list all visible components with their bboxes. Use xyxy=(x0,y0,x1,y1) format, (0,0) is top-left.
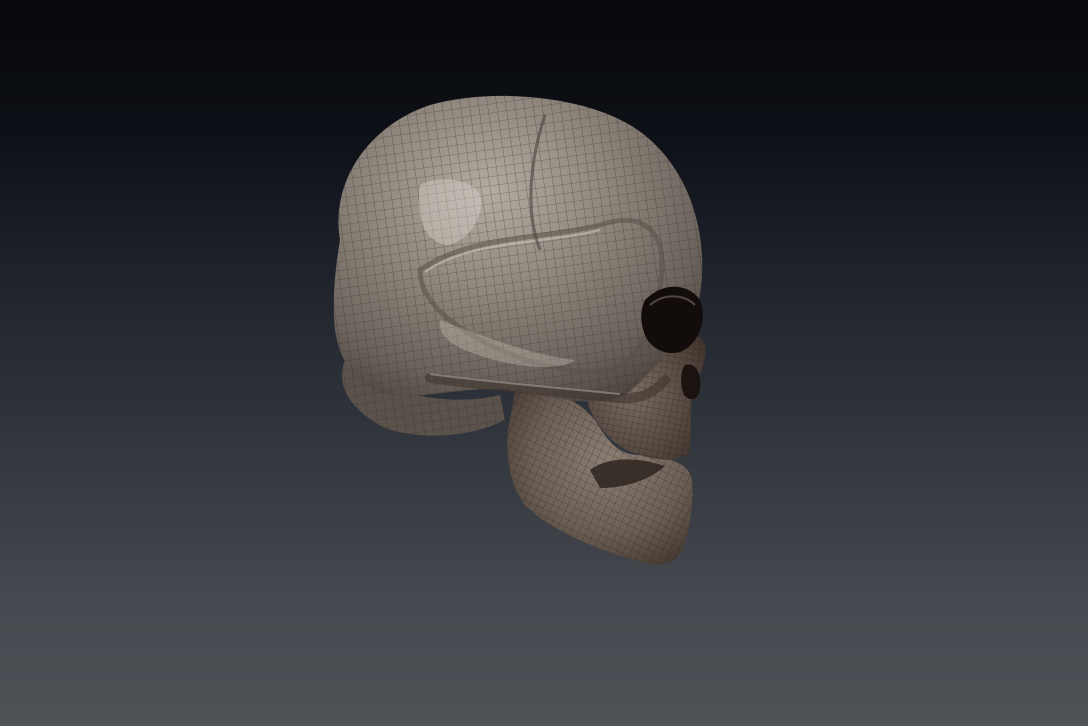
cranium xyxy=(333,95,703,404)
skull-model[interactable] xyxy=(0,0,1088,726)
3d-viewport[interactable] xyxy=(0,0,1088,726)
